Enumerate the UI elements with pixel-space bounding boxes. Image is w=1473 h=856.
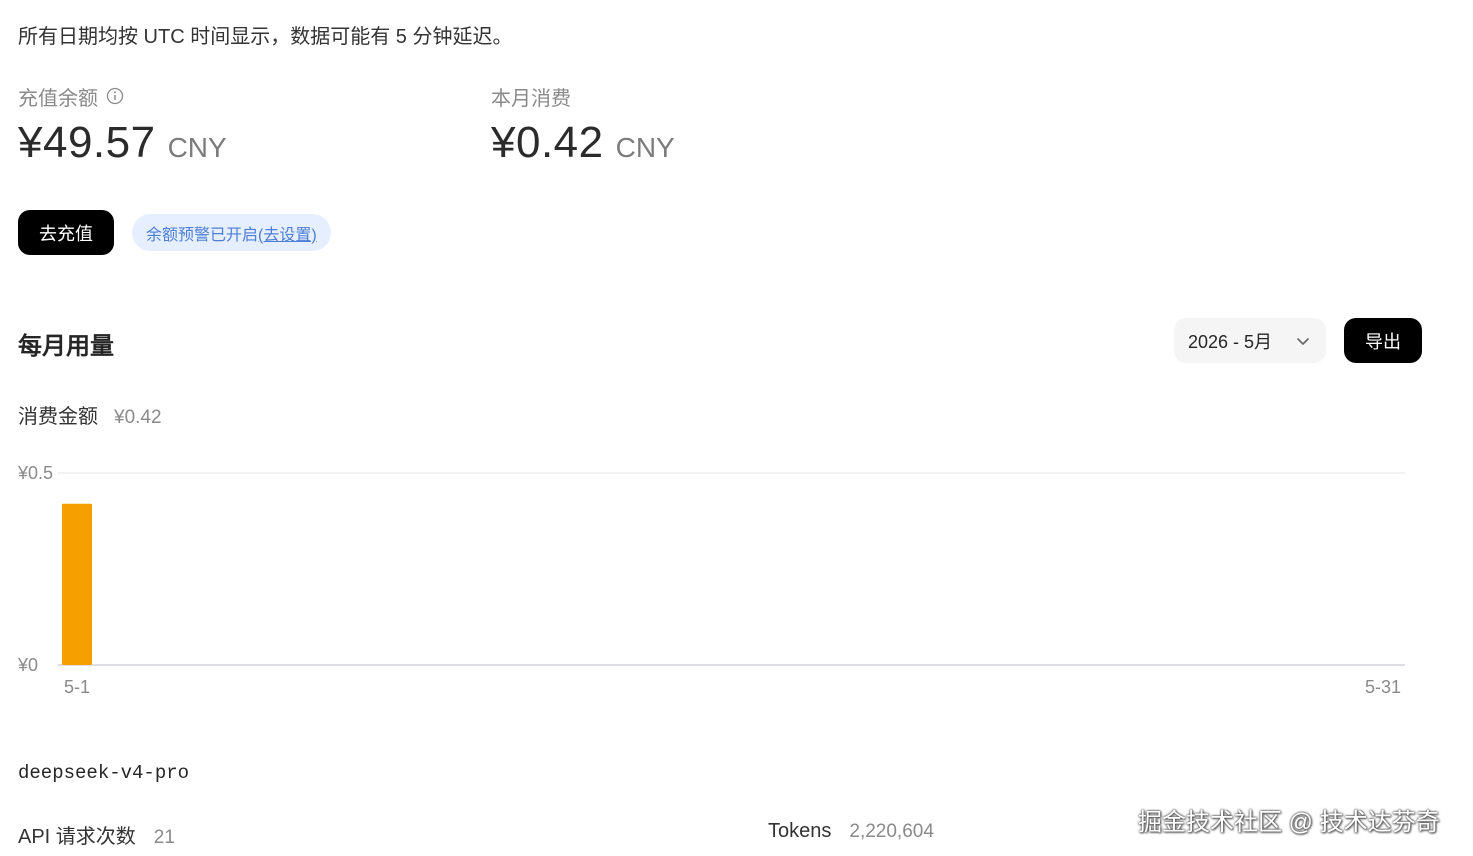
tokens-value: 2,220,604	[849, 821, 934, 842]
export-button[interactable]: 导出	[1344, 318, 1422, 363]
info-icon[interactable]	[106, 87, 124, 105]
month-spend-stat: 本月消费 ¥0.42 CNY	[491, 84, 675, 168]
utc-notice: 所有日期均按 UTC 时间显示，数据可能有 5 分钟延迟。	[18, 26, 513, 48]
api-requests-value: 21	[153, 827, 175, 848]
balance-amount: ¥49.57	[18, 118, 156, 167]
x-tick-label: 5-31	[1365, 677, 1401, 697]
chevron-down-icon	[1294, 332, 1312, 350]
chart-bar[interactable]	[62, 503, 92, 665]
month-select-value: 2026 - 5月	[1188, 331, 1273, 352]
balance-alert-chip: 余额预警已开启 (去设置)	[132, 214, 331, 251]
billing-page: 所有日期均按 UTC 时间显示，数据可能有 5 分钟延迟。 充值余额 ¥49.5…	[0, 0, 1473, 856]
spend-label: 消费金额	[18, 406, 98, 428]
balance-label: 充值余额	[18, 87, 98, 110]
spend-summary: 消费金额 ¥0.42	[18, 400, 162, 429]
spend-value: ¥0.42	[114, 407, 162, 428]
y-tick-label: ¥0.5	[17, 463, 53, 483]
alert-settings-link[interactable]: (去设置)	[258, 221, 317, 245]
balance-label-row: 充值余额	[18, 84, 227, 110]
balance-value: ¥49.57 CNY	[18, 118, 227, 168]
balance-stat: 充值余额 ¥49.57 CNY	[18, 84, 227, 168]
model-name: deepseek-v4-pro	[18, 762, 190, 784]
monthly-usage-title: 每月用量	[18, 333, 114, 360]
tokens-metric: Tokens 2,220,604	[768, 820, 934, 843]
month-select[interactable]: 2026 - 5月	[1174, 318, 1326, 363]
month-spend-amount: ¥0.42	[491, 118, 604, 167]
tokens-label: Tokens	[768, 820, 832, 842]
month-spend-currency: CNY	[615, 132, 675, 163]
month-spend-label: 本月消费	[491, 87, 571, 110]
api-requests-metric: API 请求次数 21	[18, 820, 175, 849]
y-tick-label: ¥0	[17, 655, 38, 675]
x-tick-label: 5-1	[64, 677, 90, 697]
balance-currency: CNY	[167, 132, 227, 163]
balance-alert-text: 余额预警已开启	[146, 226, 259, 244]
api-requests-label: API 请求次数	[18, 826, 136, 848]
month-spend-label-row: 本月消费	[491, 84, 675, 110]
topup-button[interactable]: 去充值	[18, 210, 114, 255]
usage-bar-chart: ¥0 ¥0.5 5-1 5-31	[17, 463, 1405, 697]
month-spend-value: ¥0.42 CNY	[491, 118, 675, 168]
watermark: 掘金技术社区 @ 技术达芬奇	[1138, 809, 1440, 836]
